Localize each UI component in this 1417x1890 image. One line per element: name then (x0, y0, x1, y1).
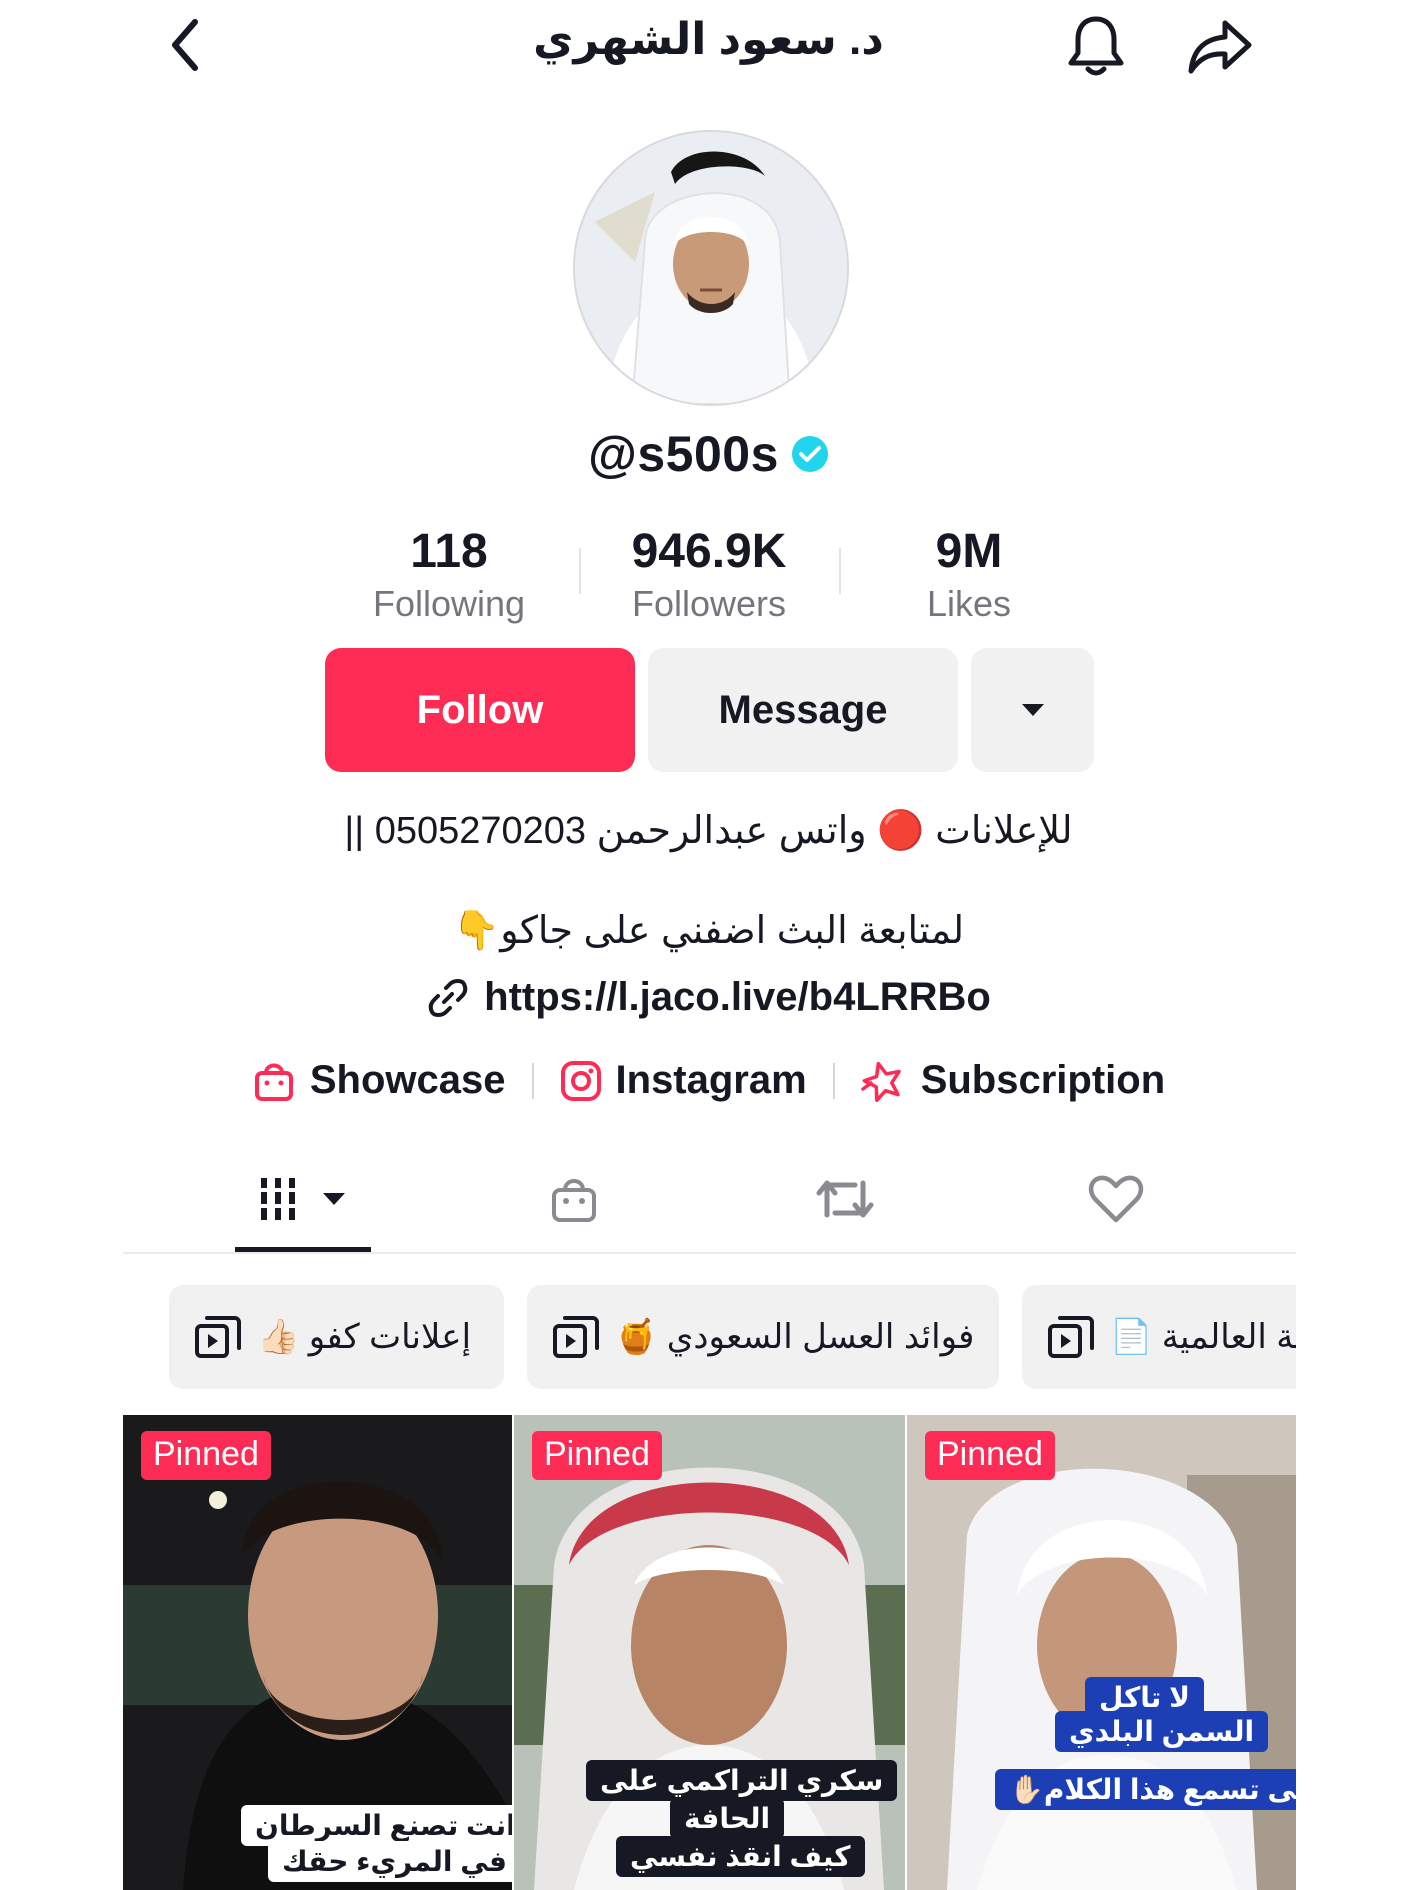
link-icon (428, 978, 468, 1017)
subscription-star-icon (860, 1061, 901, 1102)
video-caption: كيف انقذ نفسي (616, 1836, 865, 1877)
active-tab-indicator (235, 1247, 371, 1252)
playlist-strip: إعلانات كفو 👍🏻 فوائد العسل السعودي 🍯 ية … (123, 1285, 1296, 1389)
bio-line-2: لمتابعة البث اضفني على جاكو👇 (452, 910, 965, 952)
username: @s500s (588, 426, 779, 482)
profile-photo (575, 132, 847, 404)
notification-bell-button[interactable] (1060, 10, 1132, 82)
showcase-label: Showcase (309, 1058, 506, 1102)
playlist-label: فوائد العسل السعودي 🍯 (615, 1318, 975, 1356)
share-icon (1188, 20, 1252, 74)
caret-down-icon (1021, 704, 1044, 716)
video-thumbnail[interactable]: Pinned لا تاكل السمن البلدي حتى تسمع هذا… (907, 1415, 1296, 1890)
follow-button[interactable]: Follow (325, 648, 635, 772)
bio-line-1: للإعلانات 🔴 واتس عبدالرحمن 0505270203 || (344, 810, 1073, 852)
bell-icon (1068, 16, 1124, 76)
caret-down-icon (322, 1193, 345, 1205)
playlist-label: إعلانات كفو 👍🏻 (257, 1318, 472, 1356)
likes-label: Likes (926, 583, 1012, 624)
subscription-label: Subscription (920, 1058, 1166, 1102)
username-row: @s500s (0, 425, 1417, 483)
stat-following[interactable]: 118 Following (329, 525, 569, 629)
stat-divider (839, 548, 841, 594)
video-caption: سكري التراكمي على (586, 1760, 898, 1801)
more-options-button[interactable] (971, 648, 1094, 772)
stat-likes: 9M Likes (849, 525, 1089, 629)
shopping-bag-icon (551, 1179, 596, 1222)
shopping-bag-icon (254, 1063, 293, 1101)
repost-icon (816, 1180, 873, 1218)
playlist-item[interactable]: ية العالمية 📄 (1022, 1285, 1296, 1389)
verified-badge-icon (791, 436, 828, 472)
video-caption: في المريء حقك (268, 1841, 512, 1882)
video-thumbnail[interactable]: Pinned انت تصنع السرطان في المريء حقك (123, 1415, 512, 1890)
playlist-icon (195, 1316, 241, 1358)
link-separator (531, 1062, 534, 1099)
following-count: 118 (410, 525, 488, 578)
message-button[interactable]: Message (648, 648, 958, 772)
tab-shop[interactable] (506, 1165, 641, 1233)
playlist-icon (1048, 1316, 1094, 1358)
bio-link[interactable]: https://l.jaco.live/b4LRRBo (0, 975, 1417, 1020)
following-label: Following (372, 583, 526, 624)
followers-label: Followers (631, 583, 787, 624)
playlist-item[interactable]: إعلانات كفو 👍🏻 (169, 1285, 504, 1389)
subscription-link[interactable]: Subscription (860, 1058, 1166, 1103)
video-preview (907, 1415, 1296, 1890)
video-caption: الحافة (670, 1798, 785, 1839)
tab-liked[interactable] (1048, 1165, 1183, 1233)
bio-link-text: https://l.jaco.live/b4LRRBo (484, 975, 991, 1019)
video-caption: حتى تسمع هذا الكلام✋🏻 (995, 1769, 1296, 1810)
link-separator (832, 1062, 835, 1099)
video-caption: انت تصنع السرطان (241, 1805, 512, 1846)
stat-followers[interactable]: 946.9K Followers (589, 525, 829, 629)
likes-count: 9M (935, 525, 1003, 578)
followers-count: 946.9K (631, 525, 787, 578)
pinned-badge: Pinned (925, 1431, 1055, 1480)
pinned-badge: Pinned (532, 1431, 662, 1480)
video-caption: السمن البلدي (1055, 1711, 1269, 1752)
playlist-label: ية العالمية 📄 (1110, 1318, 1296, 1356)
tab-reposts[interactable] (777, 1165, 912, 1233)
instagram-icon (560, 1060, 601, 1101)
heart-icon (1088, 1175, 1143, 1223)
showcase-link[interactable]: Showcase (252, 1058, 506, 1103)
stat-divider (579, 548, 581, 594)
instagram-link[interactable]: Instagram (560, 1058, 807, 1103)
avatar[interactable] (573, 130, 849, 406)
playlist-icon (553, 1316, 599, 1358)
grid-icon (258, 1178, 299, 1220)
profile-links: Showcase Instagram Subscription (0, 1058, 1417, 1103)
playlist-item[interactable]: فوائد العسل السعودي 🍯 (527, 1285, 999, 1389)
tab-videos[interactable] (235, 1165, 370, 1233)
share-button[interactable] (1180, 12, 1260, 82)
instagram-label: Instagram (615, 1058, 807, 1102)
pinned-badge: Pinned (141, 1431, 271, 1480)
video-thumbnail[interactable]: Pinned سكري التراكمي على الحافة كيف انقذ… (514, 1415, 905, 1890)
tab-bar-divider (123, 1252, 1296, 1254)
